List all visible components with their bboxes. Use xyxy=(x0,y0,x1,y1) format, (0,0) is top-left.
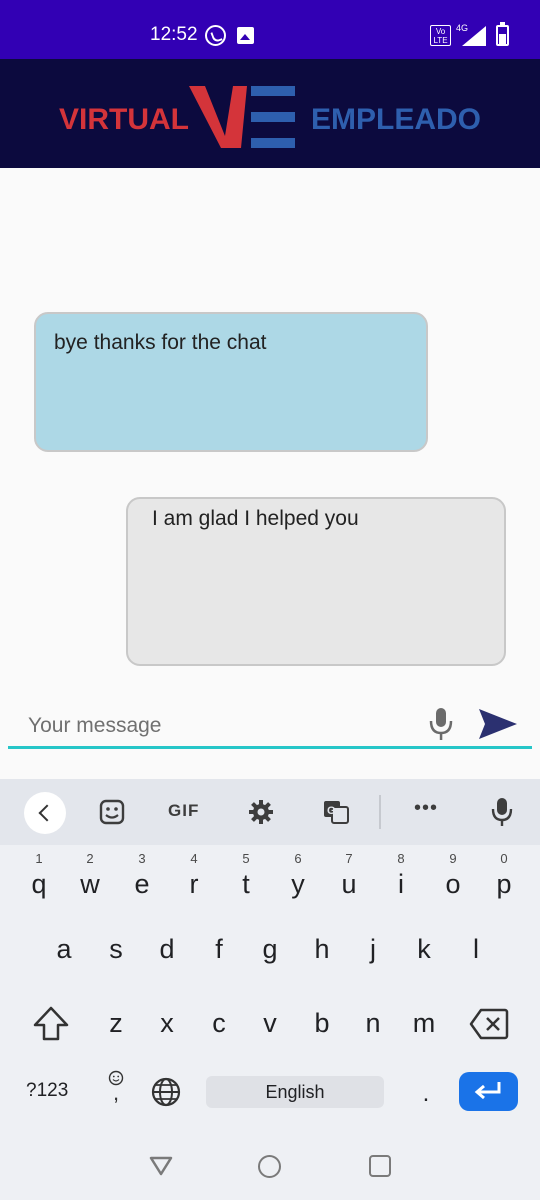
logo-text-empleado: EMPLEADO xyxy=(311,103,482,136)
enter-arrow-icon xyxy=(474,1082,501,1100)
user-message-bubble: bye thanks for the chat xyxy=(34,312,428,452)
message-input[interactable] xyxy=(10,706,420,746)
home-circle-icon[interactable] xyxy=(258,1155,281,1178)
key-w[interactable]: 2w xyxy=(64,851,116,911)
status-bar: 12:52 Vo LTE 4G xyxy=(0,0,540,59)
whatsapp-icon xyxy=(205,25,226,46)
input-underline xyxy=(8,746,532,749)
logo-mark-icon xyxy=(189,86,295,148)
translate-icon[interactable]: G xyxy=(322,799,350,825)
symbols-key[interactable]: ?123 xyxy=(26,1080,68,1102)
gif-button[interactable]: GIF xyxy=(168,801,199,827)
key-l[interactable]: l xyxy=(450,926,502,986)
comma-label: , xyxy=(112,1080,120,1105)
volte-icon: Vo LTE xyxy=(430,25,451,46)
battery-icon xyxy=(496,22,509,46)
key-f[interactable]: f xyxy=(193,926,245,986)
keyboard-toolbar: GIF G ••• xyxy=(0,779,540,845)
mic-icon[interactable] xyxy=(491,797,513,827)
key-b[interactable]: b xyxy=(296,1000,348,1060)
back-triangle-icon[interactable] xyxy=(149,1156,173,1176)
svg-text:G: G xyxy=(327,805,336,817)
key-k[interactable]: k xyxy=(398,926,450,986)
bot-message-bubble: I am glad I helped you xyxy=(126,497,506,666)
backspace-icon[interactable] xyxy=(469,1007,509,1041)
recents-square-icon[interactable] xyxy=(369,1155,391,1177)
key-h[interactable]: h xyxy=(296,926,348,986)
key-i[interactable]: 8i xyxy=(375,851,427,911)
emoji-comma-key[interactable]: , xyxy=(104,1070,128,1110)
key-r[interactable]: 4r xyxy=(168,851,220,911)
key-e[interactable]: 3e xyxy=(116,851,168,911)
bot-message-text: I am glad I helped you xyxy=(152,507,359,530)
sticker-icon[interactable] xyxy=(99,799,125,825)
user-message-text: bye thanks for the chat xyxy=(54,331,267,354)
period-key[interactable]: . xyxy=(416,1080,436,1108)
key-c[interactable]: c xyxy=(193,1000,245,1060)
key-u[interactable]: 7u xyxy=(323,851,375,911)
status-time: 12:52 xyxy=(150,24,198,45)
key-d[interactable]: d xyxy=(141,926,193,986)
toolbar-divider xyxy=(379,795,381,829)
key-z[interactable]: z xyxy=(90,1000,142,1060)
globe-icon[interactable] xyxy=(150,1076,182,1108)
keyboard: GIF G ••• xyxy=(0,779,540,1200)
chevron-left-icon[interactable] xyxy=(24,792,66,834)
key-n[interactable]: n xyxy=(347,1000,399,1060)
key-p[interactable]: 0p xyxy=(478,851,530,911)
space-bar[interactable]: English xyxy=(206,1076,384,1108)
logo-text-virtual: VIRTUAL xyxy=(59,103,189,136)
key-y[interactable]: 6y xyxy=(272,851,324,911)
key-j[interactable]: j xyxy=(347,926,399,986)
enter-key[interactable] xyxy=(459,1072,518,1111)
key-x[interactable]: x xyxy=(141,1000,193,1060)
key-v[interactable]: v xyxy=(244,1000,296,1060)
shift-icon[interactable] xyxy=(31,1004,71,1044)
gear-icon[interactable] xyxy=(248,799,274,825)
key-a[interactable]: a xyxy=(38,926,90,986)
key-t[interactable]: 5t xyxy=(220,851,272,911)
send-icon[interactable] xyxy=(477,707,519,741)
key-m[interactable]: m xyxy=(398,1000,450,1060)
signal-icon xyxy=(462,26,486,46)
more-options-button[interactable]: ••• xyxy=(414,797,438,823)
key-s[interactable]: s xyxy=(90,926,142,986)
mic-icon[interactable] xyxy=(428,706,454,742)
key-o[interactable]: 9o xyxy=(427,851,479,911)
key-q[interactable]: 1q xyxy=(13,851,65,911)
key-g[interactable]: g xyxy=(244,926,296,986)
image-icon xyxy=(237,27,254,44)
